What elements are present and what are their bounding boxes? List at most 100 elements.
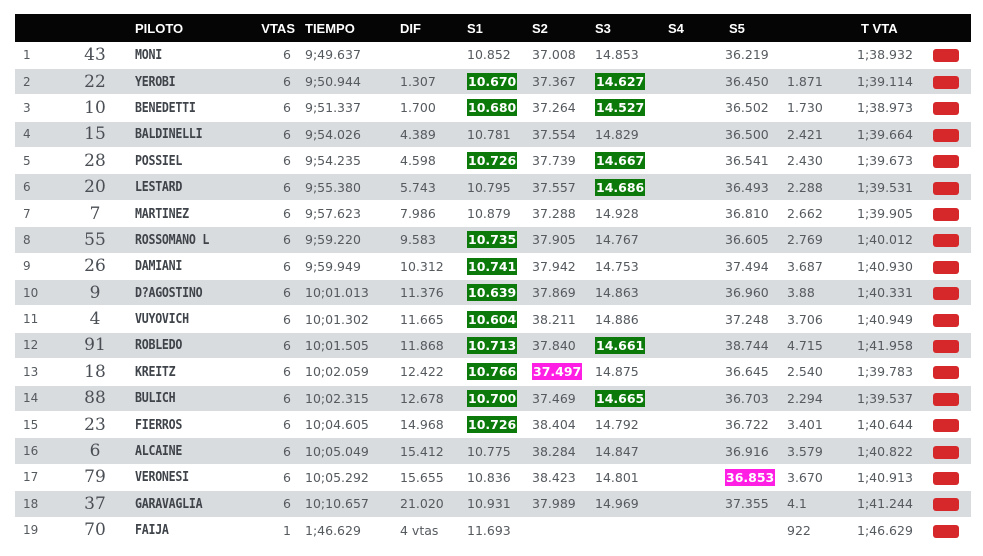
table-row[interactable]: 3 10 BENEDETTI 6 9;51.337 1.700 10.680 37.264 14… [15, 94, 971, 122]
table-row[interactable]: 12 91 ROBLEDO 6 10;01.505 11.868 10.713 37.840 1… [15, 332, 971, 360]
red-flag-button-icon[interactable] [933, 419, 959, 433]
header-tvta[interactable]: T VTA [853, 14, 931, 42]
header-tiempo[interactable]: TIEMPO [303, 14, 398, 42]
row-gap-cell [398, 42, 463, 69]
row-car-number: 20 [84, 177, 106, 198]
table-row[interactable]: 2 22 YEROBI 6 9;50.944 1.307 10.670 37.367 14.62… [15, 68, 971, 96]
row-gap-cell: 10.312 [398, 253, 463, 281]
row-sector-3-cell: 14.527 [591, 94, 656, 122]
row-sector-3-cell: 14.667 [591, 147, 656, 175]
table-row[interactable]: 19 70 FAIJA 1 1;46.629 4 vtas 11.693 922 1;46.62… [15, 517, 971, 544]
red-flag-button-icon[interactable] [933, 260, 959, 274]
red-flag-button-icon[interactable] [933, 445, 959, 459]
row-best-lap-time-cell: 1;39.114 [853, 68, 931, 96]
row-sector-5: 36.810 [725, 206, 769, 222]
row-driver-name-cell: DAMIANI [135, 253, 228, 281]
red-flag-button-icon[interactable] [933, 155, 959, 169]
table-row[interactable]: 14 88 BULICH 6 10;02.315 12.678 10.700 37.469 14… [15, 385, 971, 412]
header-s5[interactable]: S5 [721, 14, 783, 42]
header-s3[interactable]: S3 [591, 14, 656, 42]
row-driver-name-cell: VUYOVICH [135, 305, 228, 333]
header-piloto[interactable]: PILOTO [135, 14, 243, 42]
row-position: 15 [23, 417, 39, 432]
row-sector-3: 14.829 [595, 126, 639, 142]
row-sector-2: 37.869 [532, 285, 576, 301]
row-sector-5: 36.500 [725, 126, 769, 142]
row-sector-1: 10.775 [467, 443, 511, 459]
header-s4[interactable]: S4 [656, 14, 721, 42]
row-car-number-cell: 15 [65, 121, 135, 149]
row-car-number-cell: 10 [65, 94, 135, 122]
row-gap-best-lap-cell: 4.715 [783, 332, 853, 360]
red-flag-button-icon[interactable] [933, 287, 959, 301]
red-flag-button-icon[interactable] [933, 181, 959, 195]
table-row[interactable]: 7 7 MARTINEZ 6 9;57.623 7.986 10.879 37.288 14.9… [15, 200, 971, 228]
row-car-number-cell: 4 [65, 305, 135, 333]
red-flag-button-icon[interactable] [933, 128, 959, 142]
row-flag-cell [931, 490, 971, 518]
row-sector-5: 36.703 [725, 390, 769, 406]
header-s2[interactable]: S2 [528, 14, 591, 42]
row-laps-cell: 6 [243, 226, 303, 254]
row-sector-2-cell: 37.367 [528, 68, 591, 96]
row-laps: 6 [283, 126, 291, 142]
row-sector-4-cell [656, 411, 721, 439]
row-sector-1-cell: 10.795 [463, 173, 528, 201]
table-row[interactable]: 6 20 LESTARD 6 9;55.380 5.743 10.795 37.557 14.6… [15, 173, 971, 201]
table-row[interactable]: 1 43 MONI 6 9;49.637 10.852 37.008 14.853 36.219… [15, 42, 971, 69]
table-row[interactable]: 16 6 ALCAINE 6 10;05.049 15.412 10.775 38.284 14… [15, 437, 971, 465]
table-row[interactable]: 15 23 FIERROS 6 10;04.605 14.968 10.726 38.404 1… [15, 411, 971, 439]
row-flag-cell [931, 253, 971, 281]
red-flag-button-icon[interactable] [933, 102, 959, 116]
row-sector-2-cell: 37.469 [528, 385, 591, 412]
table-row[interactable]: 8 55 ROSSOMANO L 6 9;59.220 9.583 10.735 37.905… [15, 226, 971, 254]
red-flag-button-icon[interactable] [933, 339, 959, 353]
red-flag-button-icon[interactable] [933, 524, 959, 538]
red-flag-button-icon[interactable] [933, 498, 959, 512]
row-laps-cell: 6 [243, 385, 303, 412]
row-sector-5: 37.494 [725, 258, 769, 274]
row-sector-5-cell: 36.703 [721, 385, 783, 412]
header-vtas[interactable]: VTAS [243, 14, 303, 42]
red-flag-button-icon[interactable] [933, 49, 959, 63]
row-position-cell: 8 [15, 226, 65, 254]
row-sector-4-cell [656, 173, 721, 201]
row-laps-cell: 6 [243, 411, 303, 439]
row-position-cell: 18 [15, 490, 65, 518]
row-position-cell: 4 [15, 121, 65, 149]
row-gap: 15.412 [400, 443, 444, 459]
row-gap: 15.655 [400, 469, 444, 485]
row-sector-2: 37.497 [532, 363, 583, 381]
row-gap-cell: 7.986 [398, 200, 463, 228]
header-s1[interactable]: S1 [463, 14, 528, 42]
red-flag-button-icon[interactable] [933, 392, 959, 406]
row-sector-2-cell: 37.869 [528, 279, 591, 307]
red-flag-button-icon[interactable] [933, 234, 959, 248]
table-row[interactable]: 18 37 GARAVAGLIA 6 10;10.657 21.020 10.931 37.9… [15, 490, 971, 518]
row-sector-3-cell: 14.801 [591, 464, 656, 492]
red-flag-button-icon[interactable] [933, 471, 959, 485]
row-sector-2-cell: 38.284 [528, 437, 591, 465]
row-gap: 4.389 [400, 126, 436, 142]
table-row[interactable]: 9 26 DAMIANI 6 9;59.949 10.312 10.741 37.942 14.… [15, 253, 971, 281]
table-row[interactable]: 4 15 BALDINELLI 6 9;54.026 4.389 10.781 37.554 1… [15, 121, 971, 149]
table-row[interactable]: 5 28 POSSIEL 6 9;54.235 4.598 10.726 37.739 14.6… [15, 147, 971, 175]
table-row[interactable]: 13 18 KREITZ 6 10;02.059 12.422 10.766 37.497 14… [15, 358, 971, 386]
row-position-cell: 9 [15, 253, 65, 281]
row-laps: 6 [283, 179, 291, 195]
row-position: 5 [23, 153, 31, 168]
row-gap-cell: 11.665 [398, 305, 463, 333]
row-laps: 6 [283, 469, 291, 485]
red-flag-button-icon[interactable] [933, 76, 959, 90]
red-flag-button-icon[interactable] [933, 313, 959, 327]
table-row[interactable]: 10 9 D?AGOSTINO 6 10;01.013 11.376 10.639 37.86… [15, 279, 971, 307]
row-sector-5-cell: 36.605 [721, 226, 783, 254]
table-row[interactable]: 17 79 VERONESI 6 10;05.292 15.655 10.836 38.423… [15, 464, 971, 492]
red-flag-button-icon[interactable] [933, 208, 959, 222]
red-flag-button-icon[interactable] [933, 366, 959, 380]
header-dif[interactable]: DIF [398, 14, 463, 42]
row-best-lap-time-cell: 1;41.958 [853, 332, 931, 360]
row-sector-1-cell: 10.775 [463, 437, 528, 465]
table-row[interactable]: 11 4 VUYOVICH 6 10;01.302 11.665 10.604 38.211 1… [15, 305, 971, 333]
row-car-number-cell: 26 [65, 253, 135, 281]
